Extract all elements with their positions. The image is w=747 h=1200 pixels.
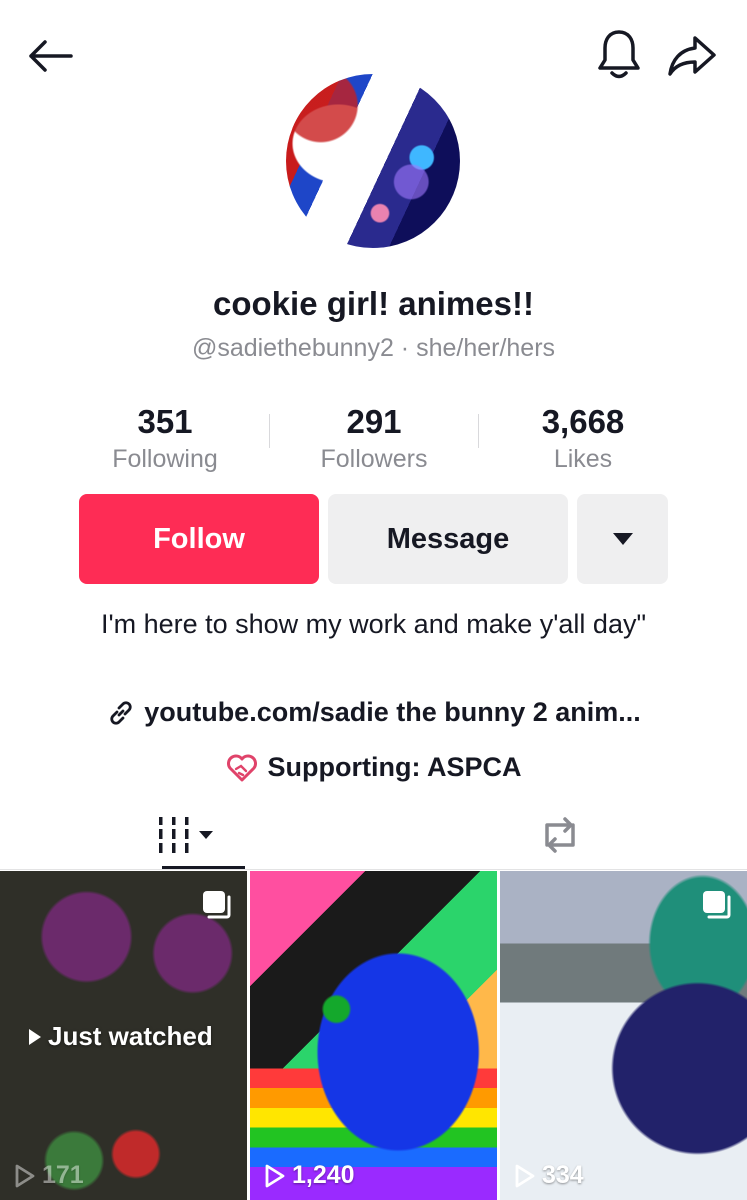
videos-grid-icon xyxy=(158,817,213,853)
tab-reposts[interactable] xyxy=(373,800,746,870)
supporting-charity[interactable]: Supporting: ASPCA xyxy=(0,752,747,783)
more-options-button[interactable] xyxy=(577,494,668,584)
video-tile[interactable]: Just watched 171 xyxy=(0,871,247,1200)
stat-following[interactable]: 351 Following xyxy=(55,402,275,476)
follow-button[interactable]: Follow xyxy=(79,494,319,584)
play-outline-icon xyxy=(15,1164,35,1187)
video-tile[interactable]: 1,240 xyxy=(250,871,497,1200)
photo-carousel-icon xyxy=(201,889,233,926)
notification-button[interactable] xyxy=(594,26,644,82)
view-count: 334 xyxy=(514,1161,584,1190)
play-outline-icon xyxy=(265,1164,285,1187)
stat-label: Followers xyxy=(320,445,428,473)
stat-label: Likes xyxy=(553,445,613,473)
view-count-text: 171 xyxy=(42,1161,84,1189)
bio-link[interactable]: youtube.com/sadie the bunny 2 anim... xyxy=(0,697,747,728)
caret-down-icon xyxy=(612,533,633,545)
handle-pronouns: @sadiethebunny2 · she/her/hers xyxy=(191,334,556,362)
display-name: cookie girl! animes!! xyxy=(213,285,534,322)
view-count-text: 1,240 xyxy=(292,1161,355,1189)
link-icon xyxy=(110,700,132,725)
tab-divider xyxy=(0,869,747,870)
back-button[interactable] xyxy=(22,30,78,82)
stat-label: Following xyxy=(112,445,218,473)
message-button[interactable]: Message xyxy=(328,494,568,584)
play-outline-icon xyxy=(515,1164,535,1187)
just-watched-label: Just watched xyxy=(28,1021,213,1052)
photo-carousel-icon xyxy=(701,889,733,926)
share-button[interactable] xyxy=(664,30,720,82)
stat-value: 291 xyxy=(346,403,402,440)
just-watched-text: Just watched xyxy=(48,1021,213,1051)
stat-likes[interactable]: 3,668 Likes xyxy=(473,402,693,476)
stat-value: 3,668 xyxy=(541,403,625,440)
play-icon xyxy=(29,1028,41,1045)
stat-value: 351 xyxy=(137,403,193,440)
supporting-text: Supporting: ASPCA xyxy=(267,752,522,782)
repost-icon xyxy=(544,817,575,853)
view-count: 171 xyxy=(14,1161,84,1190)
profile-avatar[interactable] xyxy=(286,74,460,248)
bell-icon xyxy=(598,30,640,79)
stat-followers[interactable]: 291 Followers xyxy=(264,402,484,476)
arrow-left-icon xyxy=(29,40,73,72)
video-tile[interactable]: 334 xyxy=(500,871,747,1200)
bio-link-text: youtube.com/sadie the bunny 2 anim... xyxy=(144,697,641,727)
tab-videos[interactable] xyxy=(0,800,373,870)
view-count-text: 334 xyxy=(542,1161,584,1189)
heart-handshake-icon xyxy=(226,754,257,781)
view-count: 1,240 xyxy=(264,1161,355,1190)
bio-text: I'm here to show my work and make y'all … xyxy=(100,609,647,639)
share-arrow-icon xyxy=(668,36,716,76)
